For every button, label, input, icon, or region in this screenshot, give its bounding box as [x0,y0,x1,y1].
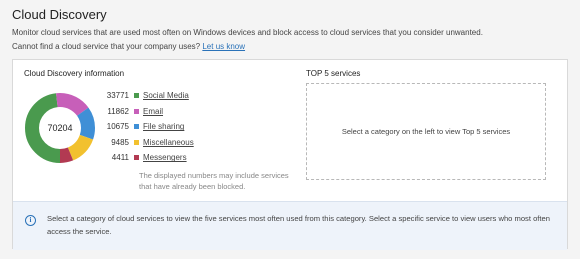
category-link-file-sharing[interactable]: File sharing [143,122,184,131]
category-swatch [134,139,139,145]
description-text: Monitor cloud services that are used mos… [12,28,483,37]
feedback-line: Cannot find a cloud service that your co… [12,40,572,54]
info-bar: i Select a category of cloud services to… [13,201,567,250]
category-count: 9485 [111,137,129,147]
discovery-info-title: Cloud Discovery information [24,69,125,78]
category-link-messengers[interactable]: Messengers [143,153,187,162]
category-count: 4411 [111,153,129,163]
category-swatch [134,93,139,99]
page-title: Cloud Discovery [12,7,107,22]
top5-title: TOP 5 services [306,69,361,78]
category-count: 11862 [107,106,129,116]
category-row-file-sharing[interactable]: 10675 File sharing [97,119,194,135]
category-row-social-media[interactable]: 33771 Social Media [97,88,194,104]
category-swatch [134,155,139,161]
top5-placeholder-text: Select a category on the left to view To… [341,127,511,136]
category-donut-chart: 70204 [23,91,97,165]
total-count: 70204 [47,123,73,133]
category-link-email[interactable]: Email [143,107,163,116]
category-row-email[interactable]: 11862 Email [97,104,194,120]
top5-placeholder-box: Select a category on the left to view To… [306,83,546,180]
category-count: 33771 [106,91,129,101]
category-count: 10675 [106,122,129,132]
info-icon: i [25,215,36,226]
category-swatch [134,108,139,114]
category-row-messengers[interactable]: 4411 Messengers [97,150,194,166]
category-link-social-media[interactable]: Social Media [143,91,189,100]
page-description: Monitor cloud services that are used mos… [12,26,572,54]
category-link-miscellaneous[interactable]: Miscellaneous [143,138,194,147]
category-swatch [134,124,139,130]
cloud-discovery-panel: Cloud Discovery information 70204 33771 … [12,59,568,250]
blocked-services-note: The displayed numbers may include servic… [139,171,289,191]
category-legend: 33771 Social Media 11862 Email 10675 Fil… [97,88,194,166]
let-us-know-link[interactable]: Let us know [202,42,245,51]
feedback-question: Cannot find a cloud service that your co… [12,42,201,51]
info-text: Select a category of cloud services to v… [47,214,550,236]
category-row-miscellaneous[interactable]: 9485 Miscellaneous [97,135,194,151]
